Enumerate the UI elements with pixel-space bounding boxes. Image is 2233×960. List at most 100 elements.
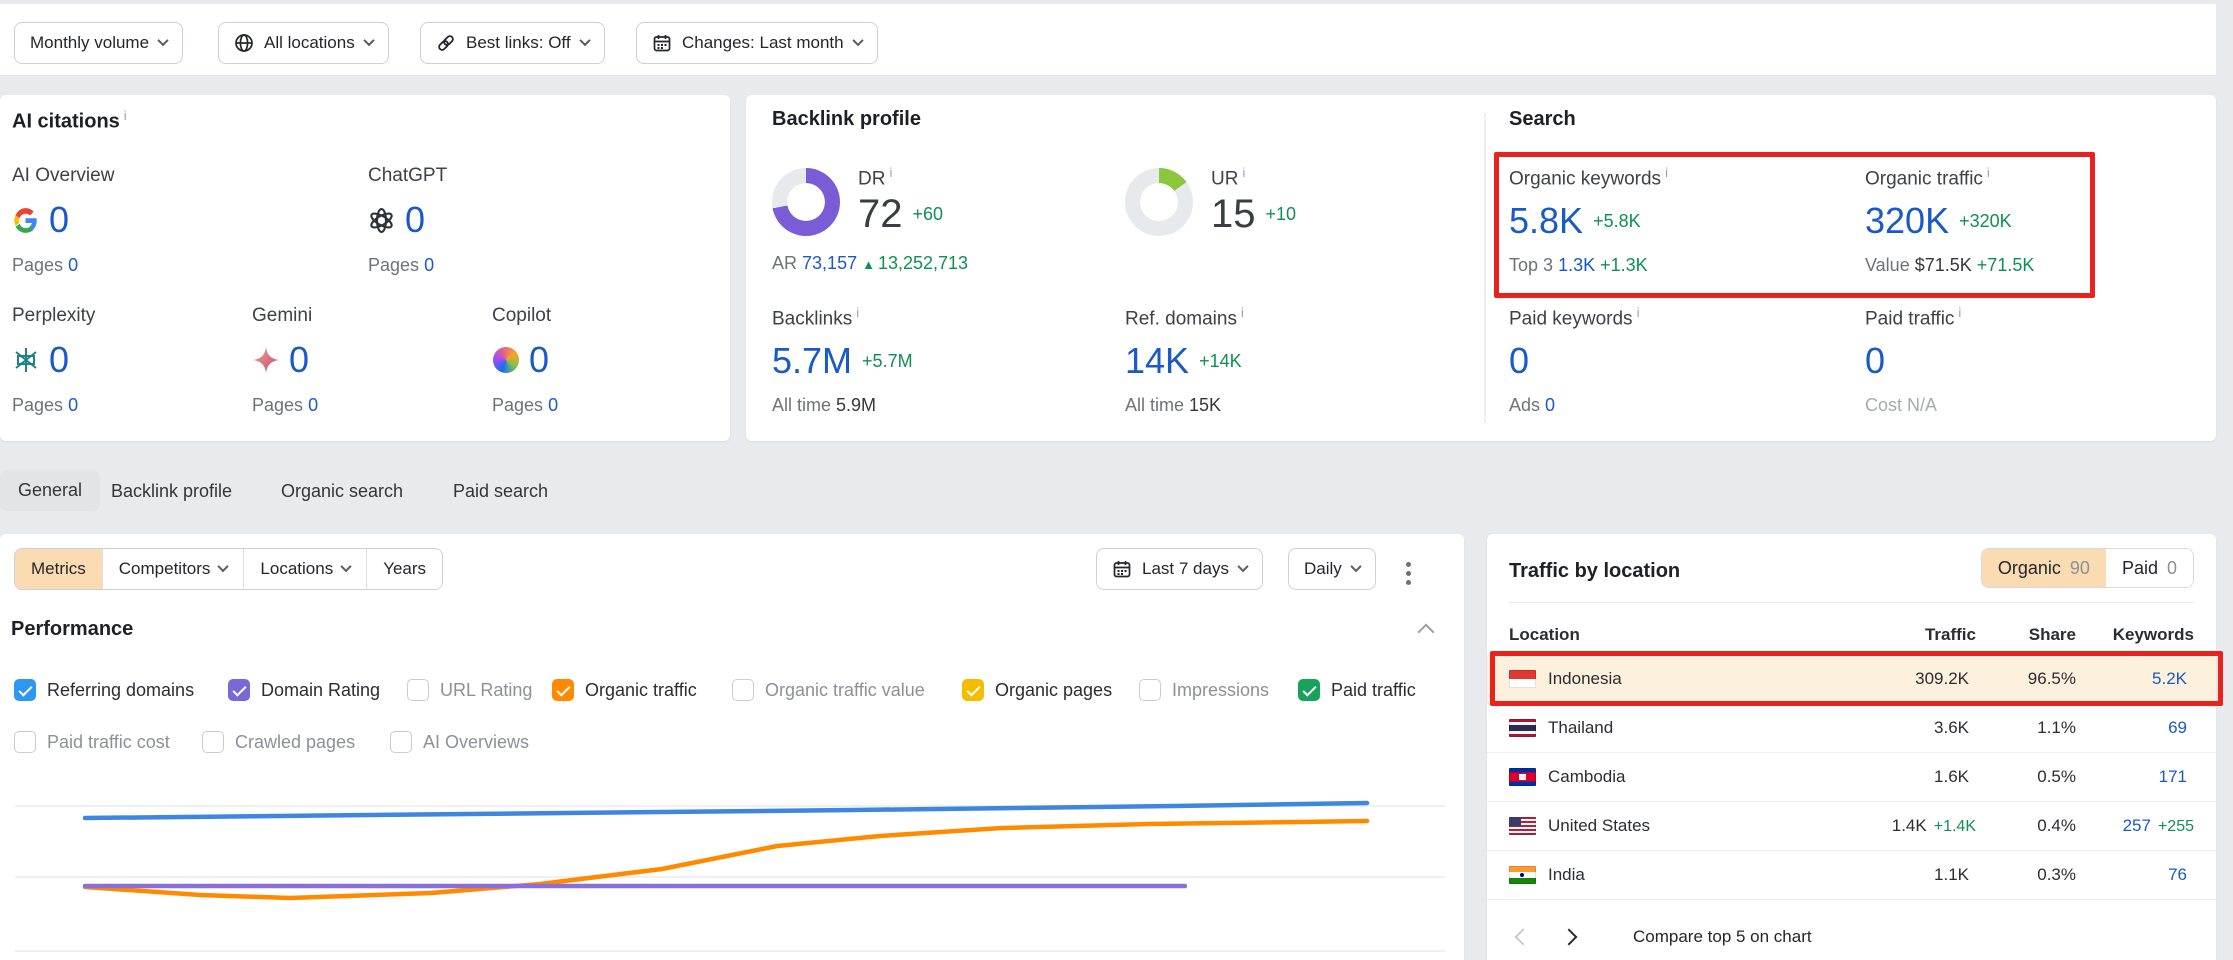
checkbox-box xyxy=(407,679,429,701)
checkbox-crawled-pages[interactable]: Crawled pages xyxy=(202,731,355,753)
checkbox-url-rating[interactable]: URL Rating xyxy=(407,679,532,701)
ref-domains-value[interactable]: 14K xyxy=(1125,340,1189,382)
tab-general[interactable]: General xyxy=(0,470,100,511)
table-row-united-states[interactable]: United States 1.4K+1.4K 0.4% 257+255 xyxy=(1487,802,2216,851)
organic-keywords-cell: Organic keywords 5.8K +5.8K Top 3 1.3K +… xyxy=(1509,165,1668,276)
checkbox-ai-overviews[interactable]: AI Overviews xyxy=(390,731,529,753)
segment-locations[interactable]: Locations xyxy=(244,549,367,589)
checkbox-paid-traffic[interactable]: Paid traffic xyxy=(1298,679,1416,701)
checkbox-box xyxy=(390,731,412,753)
keywords-link[interactable]: 76 xyxy=(2168,865,2187,884)
more-options-kebab-icon[interactable] xyxy=(1398,554,1419,593)
monthly-volume-dropdown[interactable]: Monthly volume xyxy=(14,22,183,64)
checkbox-organic-traffic[interactable]: Organic traffic xyxy=(552,679,697,701)
table-row-thailand[interactable]: Thailand 3.6K 1.1% 69 xyxy=(1487,704,2216,753)
top3-value-link[interactable]: 1.3K xyxy=(1558,255,1595,275)
dr-label[interactable]: DR xyxy=(858,165,943,190)
keywords-link[interactable]: 5.2K xyxy=(2152,669,2187,688)
organic-traffic-value[interactable]: 320K xyxy=(1865,200,1949,242)
backlink-profile-title: Backlink profile xyxy=(772,108,921,131)
table-row-india[interactable]: India 1.1K 0.3% 76 xyxy=(1487,851,2216,900)
checkbox-organic-pages[interactable]: Organic pages xyxy=(962,679,1112,701)
keywords-link[interactable]: 257 xyxy=(2123,816,2151,835)
ai-overview-label: AI Overview xyxy=(12,165,114,187)
traffic-by-location-title: Traffic by location xyxy=(1509,560,1680,583)
organic-traffic-label[interactable]: Organic traffic xyxy=(1865,165,2034,190)
location-name: India xyxy=(1548,865,1585,885)
checkbox-referring-domains[interactable]: Referring domains xyxy=(14,679,194,701)
chevron-down-icon xyxy=(341,560,352,571)
checkbox-label: Paid traffic cost xyxy=(47,732,170,753)
ar-value-link[interactable]: 73,157 xyxy=(802,253,857,273)
paid-traffic-label[interactable]: Paid traffic xyxy=(1865,305,1961,330)
keywords-link[interactable]: 69 xyxy=(2168,718,2187,737)
table-row-cambodia[interactable]: Cambodia 1.6K 0.5% 171 xyxy=(1487,753,2216,802)
globe-icon xyxy=(234,33,254,53)
pager-prev-icon[interactable] xyxy=(1515,929,1532,946)
checkbox-organic-traffic-value[interactable]: Organic traffic value xyxy=(732,679,925,701)
pages-label: Pages xyxy=(12,255,63,275)
backlinks-value[interactable]: 5.7M xyxy=(772,340,852,382)
pages-value-link[interactable]: 0 xyxy=(68,395,78,415)
segment-competitors[interactable]: Competitors xyxy=(103,549,245,589)
header-keywords[interactable]: Keywords xyxy=(2076,625,2194,645)
header-share[interactable]: Share xyxy=(1976,625,2076,645)
checkbox-label: Crawled pages xyxy=(235,732,355,753)
tab-backlink-profile[interactable]: Backlink profile xyxy=(111,481,232,502)
organic-keywords-delta: +5.8K xyxy=(1593,211,1641,232)
location-name: Cambodia xyxy=(1548,767,1626,787)
changes-period-dropdown[interactable]: Changes: Last month xyxy=(636,22,878,64)
toggle-paid[interactable]: Paid0 xyxy=(2106,549,2193,587)
tab-organic-search[interactable]: Organic search xyxy=(281,481,403,502)
perplexity-label: Perplexity xyxy=(12,305,95,327)
gemini-icon xyxy=(252,347,279,374)
collapse-chevron-icon[interactable] xyxy=(1418,624,1435,641)
search-title: Search xyxy=(1509,108,1576,131)
keywords-link[interactable]: 171 xyxy=(2159,767,2187,786)
toggle-organic[interactable]: Organic90 xyxy=(1982,549,2106,587)
segment-years[interactable]: Years xyxy=(367,549,442,589)
pager-next-icon[interactable] xyxy=(1561,929,1578,946)
checkbox-domain-rating[interactable]: Domain Rating xyxy=(228,679,380,701)
table-row-indonesia[interactable]: Indonesia 309.2K 96.5% 5.2K xyxy=(1487,655,2216,704)
pages-value-link[interactable]: 0 xyxy=(68,255,78,275)
paid-keywords-label[interactable]: Paid keywords xyxy=(1509,305,1639,330)
chevron-down-icon xyxy=(218,560,229,571)
pages-value-link[interactable]: 0 xyxy=(548,395,558,415)
organic-keywords-value[interactable]: 5.8K xyxy=(1509,200,1583,242)
checkbox-label: URL Rating xyxy=(440,680,532,701)
checkbox-label: Organic pages xyxy=(995,680,1112,701)
segment-metrics[interactable]: Metrics xyxy=(15,549,103,589)
alltime-value: 15K xyxy=(1189,395,1221,415)
checkbox-box xyxy=(1139,679,1161,701)
ads-value-link[interactable]: 0 xyxy=(1545,395,1555,415)
chevron-down-icon xyxy=(1237,560,1248,571)
copilot-cell: Copilot 0 Pages 0 xyxy=(492,305,558,416)
tab-paid-search[interactable]: Paid search xyxy=(453,481,548,502)
calendar-icon xyxy=(652,33,672,53)
checkbox-impressions[interactable]: Impressions xyxy=(1139,679,1269,701)
date-range-label: Last 7 days xyxy=(1142,559,1229,579)
dr-value: 72 xyxy=(858,192,903,237)
copilot-icon xyxy=(492,347,519,374)
pages-value-link[interactable]: 0 xyxy=(308,395,318,415)
granularity-dropdown[interactable]: Daily xyxy=(1288,548,1376,590)
ar-row: AR 73,157 13,252,713 xyxy=(772,253,968,274)
locations-filter-dropdown[interactable]: All locations xyxy=(218,22,389,64)
value-delta: +71.5K xyxy=(1977,255,2035,275)
date-range-dropdown[interactable]: Last 7 days xyxy=(1096,548,1263,590)
header-traffic[interactable]: Traffic xyxy=(1811,625,1976,645)
ads-label: Ads xyxy=(1509,395,1540,415)
ref-domains-label[interactable]: Ref. domains xyxy=(1125,305,1244,330)
ur-label[interactable]: UR xyxy=(1211,165,1296,190)
header-location[interactable]: Location xyxy=(1509,625,1811,645)
organic-keywords-label[interactable]: Organic keywords xyxy=(1509,165,1668,190)
chevron-down-icon xyxy=(363,34,374,45)
best-links-dropdown[interactable]: Best links: Off xyxy=(420,22,605,64)
checkbox-paid-traffic-cost[interactable]: Paid traffic cost xyxy=(14,731,170,753)
pages-value-link[interactable]: 0 xyxy=(424,255,434,275)
section-divider xyxy=(1484,113,1486,423)
chevron-down-icon xyxy=(852,34,863,45)
backlinks-label[interactable]: Backlinks xyxy=(772,305,913,330)
share-value: 0.3% xyxy=(1976,865,2076,885)
